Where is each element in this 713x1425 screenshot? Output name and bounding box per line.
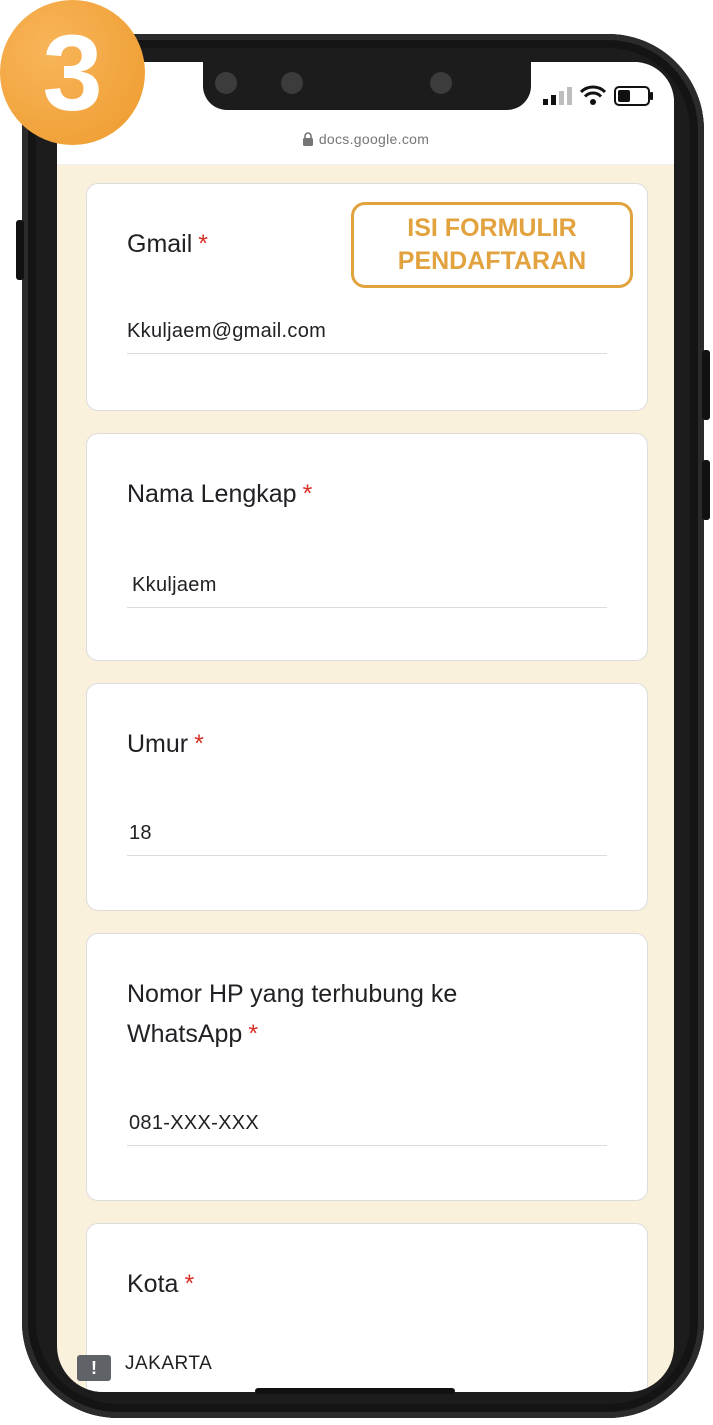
- required-asterisk: *: [302, 480, 313, 508]
- phone-notch: [203, 62, 531, 110]
- required-asterisk: *: [248, 1020, 259, 1048]
- question-card-nomor-hp: Nomor HP yang terhubung ke WhatsApp * 081…: [86, 933, 648, 1201]
- phone-side-button: [702, 350, 710, 420]
- url-bar[interactable]: docs.google.com: [57, 114, 674, 165]
- registration-badge: ISI FORMULIR PENDAFTARAN: [351, 202, 633, 288]
- required-asterisk: *: [198, 230, 209, 258]
- required-asterisk: *: [184, 1270, 195, 1298]
- alert-icon[interactable]: !: [77, 1355, 111, 1381]
- nomor-hp-input[interactable]: 081-XXX-XXX: [127, 1112, 607, 1146]
- nama-lengkap-input[interactable]: Kkuljaem: [127, 574, 607, 608]
- gmail-input[interactable]: Kkuljaem@gmail.com: [127, 320, 607, 354]
- kota-input[interactable]: JAKARTA: [125, 1353, 212, 1375]
- question-label: Nama Lengkap *: [127, 480, 313, 508]
- badge-line-2: PENDAFTARAN: [397, 247, 587, 275]
- phone-side-button-3: [16, 220, 24, 280]
- home-indicator: [255, 1388, 455, 1394]
- camera-dot: [215, 72, 237, 94]
- question-card-nama-lengkap: Nama Lengkap * Kkuljaem: [86, 433, 648, 661]
- signal-icon: [543, 87, 572, 105]
- question-card-umur: Umur * 18: [86, 683, 648, 911]
- required-asterisk: *: [194, 730, 204, 758]
- question-label: Kota *: [127, 1270, 195, 1298]
- wifi-icon: [580, 85, 606, 105]
- camera-dot: [281, 72, 303, 94]
- battery-icon: [614, 86, 653, 106]
- question-label: Nomor HP yang terhubung ke WhatsApp *: [127, 980, 458, 1048]
- phone-side-button-2: [702, 460, 710, 520]
- camera-dot: [430, 72, 452, 94]
- url-text: docs.google.com: [318, 131, 430, 147]
- question-label: Umur *: [127, 730, 204, 758]
- lock-icon: [302, 132, 313, 146]
- umur-input[interactable]: 18: [127, 822, 607, 856]
- step-number-badge: 3: [0, 0, 145, 145]
- badge-line-1: ISI FORMULIR: [407, 214, 577, 242]
